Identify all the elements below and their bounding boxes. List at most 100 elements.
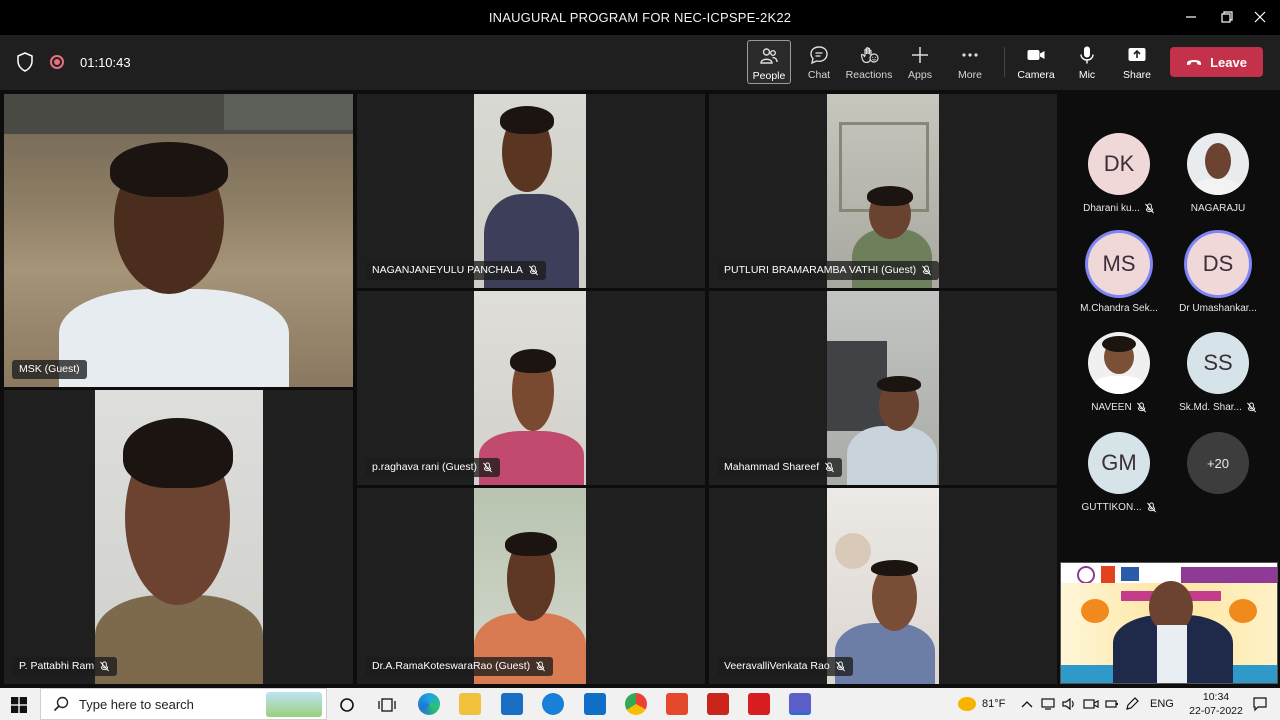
plus-icon (912, 47, 928, 63)
more-participants-count: +20 (1187, 432, 1249, 494)
roster-name-row: NAGARAJU (1168, 203, 1268, 214)
roster-item[interactable]: GM GUTTIKON... (1069, 432, 1169, 513)
camera-button[interactable]: Camera (1014, 40, 1058, 84)
camera-tray-icon[interactable] (1083, 697, 1099, 711)
phone-hangup-icon (1187, 60, 1202, 65)
participant-video (474, 291, 586, 485)
roster-item[interactable]: DS Dr Umashankar... (1168, 233, 1268, 314)
video-tile[interactable]: p.raghava rani (Guest) (357, 291, 705, 485)
chrome-icon[interactable] (625, 693, 647, 715)
shared-content-preview[interactable] (1060, 562, 1278, 684)
share-icon (1128, 48, 1146, 61)
recording-icon (50, 55, 64, 69)
volume-icon[interactable] (1062, 697, 1076, 711)
chat-button[interactable]: Chat (797, 40, 841, 84)
minimize-icon (1186, 16, 1196, 18)
more-count-label: +20 (1206, 455, 1230, 471)
search-icon (53, 696, 69, 712)
avatar: GM (1088, 432, 1150, 494)
mail-icon[interactable] (584, 693, 606, 715)
participant-nametag: PUTLURI BRAMARAMBA VATHI (Guest) (717, 261, 940, 280)
apps-button[interactable]: Apps (898, 40, 942, 84)
taskbar-search-box[interactable]: Type here to search (40, 688, 327, 720)
video-tile[interactable]: P. Pattabhi Ram (4, 390, 353, 684)
teams-meeting-window: INAUGURAL PROGRAM FOR NEC-ICPSPE-2K22 01… (0, 0, 1280, 720)
battery-icon[interactable] (1105, 697, 1119, 711)
share-label: Share (1122, 69, 1152, 81)
shield-icon[interactable] (16, 52, 34, 72)
people-button[interactable]: People (747, 40, 791, 84)
title-bar: INAUGURAL PROGRAM FOR NEC-ICPSPE-2K22 (0, 0, 1280, 35)
office-icon[interactable] (666, 693, 688, 715)
close-button[interactable] (1240, 4, 1280, 30)
mic-off-icon (1146, 502, 1156, 513)
avatar-initials: DK (1103, 151, 1135, 176)
anydesk-icon[interactable] (707, 693, 729, 715)
network-icon[interactable] (1041, 698, 1055, 710)
roster-item[interactable]: SS Sk.Md. Shar... (1168, 332, 1268, 413)
participant-nametag: p.raghava rani (Guest) (365, 458, 501, 477)
meeting-toolbar: 01:10:43 People Chat Reactions Apps More… (0, 35, 1280, 90)
more-button[interactable]: More (948, 40, 992, 84)
mic-button[interactable]: Mic (1065, 40, 1109, 84)
avatar: SS (1187, 332, 1249, 394)
participant-nametag: NAGANJANEYULU PANCHALA (365, 261, 546, 280)
reactions-button[interactable]: Reactions (846, 40, 892, 84)
avatar-initials: MS (1102, 251, 1136, 276)
roster-item[interactable]: DK Dharani ku... (1069, 133, 1169, 214)
participant-video (827, 291, 939, 485)
roster-name-row: NAVEEN (1069, 402, 1169, 413)
store-icon[interactable] (501, 693, 523, 715)
leave-button[interactable]: Leave (1170, 47, 1263, 77)
mic-off-icon (100, 660, 110, 671)
participant-name: Dr.A.RamaKoteswaraRao (Guest) (372, 660, 531, 672)
close-icon (1254, 11, 1266, 23)
roster-name-row: Dharani ku... (1069, 203, 1169, 214)
windows-start-icon[interactable] (11, 697, 27, 713)
mic-off-icon (1246, 402, 1256, 413)
mic-off-icon (825, 461, 835, 472)
mic-off-icon (536, 660, 546, 671)
participant-name: p.raghava rani (Guest) (372, 461, 478, 473)
task-view-icon[interactable] (378, 697, 396, 713)
cortana-icon[interactable] (339, 697, 355, 713)
mic-label: Mic (1078, 69, 1096, 81)
acrobat-icon[interactable] (748, 693, 770, 715)
video-tile[interactable]: Mahammad Shareef (709, 291, 1057, 485)
avatar-initials: SS (1203, 350, 1233, 375)
system-tray: 81°F (958, 688, 1005, 720)
video-tile[interactable]: NAGANJANEYULU PANCHALA (357, 94, 705, 288)
roster-item[interactable]: NAGARAJU (1168, 133, 1268, 214)
video-tile[interactable]: PUTLURI BRAMARAMBA VATHI (Guest) (709, 94, 1057, 288)
avatar-initials: GM (1101, 450, 1137, 475)
app-icon-blue[interactable] (542, 693, 564, 715)
file-explorer-icon[interactable] (459, 693, 481, 715)
mic-off-icon (1144, 203, 1154, 214)
roster-name: Dharani ku... (1083, 203, 1140, 214)
reactions-icon (860, 47, 879, 64)
language-indicator[interactable]: ENG (1150, 688, 1174, 720)
participant-nametag: Mahammad Shareef (717, 458, 843, 477)
restore-icon (1221, 11, 1233, 23)
language-label: ENG (1150, 698, 1174, 710)
mic-off-icon (1136, 402, 1146, 413)
windows-taskbar: Type here to search 81°F ENG 10:34 22-07… (0, 688, 1280, 720)
avatar: DS (1187, 233, 1249, 295)
clock-time: 10:34 (1202, 691, 1230, 703)
roster-item[interactable]: NAVEEN (1069, 332, 1169, 413)
video-tile[interactable]: Dr.A.RamaKoteswaraRao (Guest) (357, 488, 705, 684)
share-button[interactable]: Share (1115, 40, 1159, 84)
video-tile[interactable]: MSK (Guest) (4, 94, 353, 387)
minimize-button[interactable] (1171, 4, 1211, 30)
roster-item[interactable]: MS M.Chandra Sek... (1069, 233, 1169, 314)
more-participants-button[interactable]: +20 (1168, 432, 1268, 494)
notification-icon[interactable] (1252, 696, 1268, 712)
taskbar-clock[interactable]: 10:34 22-07-2022 (1186, 690, 1246, 718)
pen-icon[interactable] (1125, 697, 1139, 711)
video-tile[interactable]: VeeravalliVenkata Rao (709, 488, 1057, 684)
weather-icon[interactable] (958, 697, 976, 711)
edge-browser-icon[interactable] (418, 693, 440, 715)
teams-icon[interactable] (789, 693, 811, 715)
toolbar-divider (1004, 47, 1005, 77)
chevron-up-icon[interactable] (1021, 700, 1033, 708)
